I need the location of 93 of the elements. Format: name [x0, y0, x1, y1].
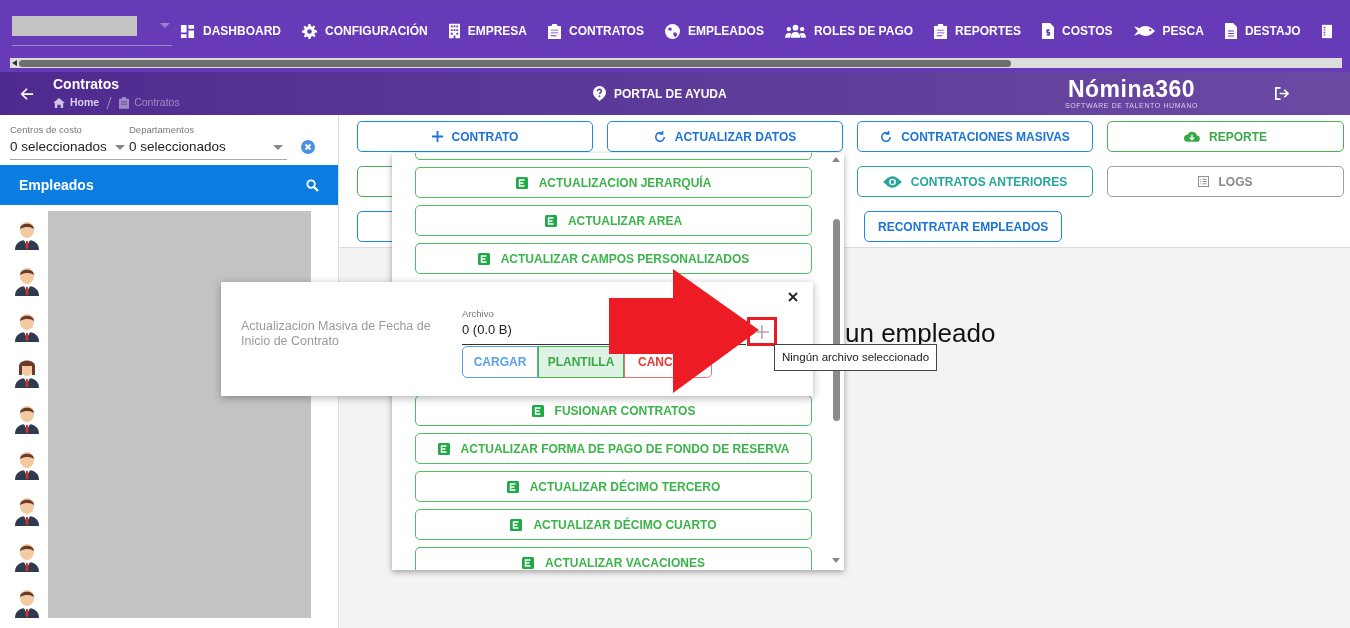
nav-item[interactable]: EMPLEADOS	[664, 22, 764, 40]
invoice-icon	[1042, 23, 1055, 39]
nav-item[interactable]: CONTRATOS	[548, 22, 644, 40]
dialog-button[interactable]: CARGAR	[462, 346, 538, 378]
horizontal-scrollbar[interactable]	[10, 58, 1342, 68]
menu-item[interactable]: ACTUALIZACION JERARQUÍA	[415, 167, 812, 198]
menu-item[interactable]: ACTUALIZAR VACACIONES	[415, 547, 812, 570]
filter-select[interactable]: Centros de costo 0 seleccionados	[10, 124, 129, 159]
avatar	[15, 587, 39, 618]
breadcrumb-link[interactable]: Home	[70, 95, 100, 111]
help-icon	[593, 86, 606, 101]
breadcrumb-separator	[106, 97, 113, 109]
menu-item[interactable]: ACTUALIZAR AREA	[415, 205, 812, 236]
spreadsheet-icon	[544, 214, 557, 227]
nav-item[interactable]: PESCA	[1133, 22, 1204, 40]
home-icon	[53, 98, 65, 108]
document-icon	[1224, 23, 1237, 39]
tooltip: Ningún archivo seleccionado	[774, 344, 938, 372]
group-icon	[784, 24, 806, 38]
menu-item[interactable]: ACTUALIZAR CAMPOS PERSONALIZADOS	[415, 243, 812, 274]
refresh-icon	[880, 130, 893, 143]
spreadsheet-icon	[437, 442, 450, 455]
company-select[interactable]	[12, 16, 172, 46]
fish-icon	[1133, 25, 1155, 37]
panel-title: Empleados	[19, 175, 94, 195]
menu-item[interactable]: ACTUALIZAR FORMA DE PAGO DE FONDO DE RESERVA	[415, 433, 812, 464]
caret-icon	[273, 145, 283, 150]
clipboard-icon	[934, 23, 948, 39]
avatar	[15, 219, 39, 250]
settings-icon	[302, 23, 317, 39]
filter-label: Departamentos	[129, 124, 195, 136]
caret-icon	[160, 23, 170, 28]
file-input-field[interactable]: Archivo 0 (0.0 B)	[462, 308, 608, 345]
nav-item[interactable]: DESTAJO	[1224, 22, 1301, 40]
plus-icon	[431, 131, 443, 142]
spreadsheet-icon	[510, 518, 523, 531]
action-button[interactable]: CONTRATACIONES MASIVAS	[857, 121, 1093, 152]
avatar	[15, 357, 39, 388]
menu-item[interactable]: ACTUALIZAR DÉCIMO CUARTO	[415, 509, 812, 540]
nav-item[interactable]: CONFIGURACIÓN	[302, 22, 428, 40]
filter-select[interactable]: Departamentos 0 seleccionados	[129, 124, 287, 159]
globe-icon	[664, 23, 680, 39]
action-button[interactable]: CONTRATO	[357, 121, 593, 152]
caret-icon	[115, 145, 125, 150]
nav-item[interactable]: DASHBOARD	[180, 22, 281, 40]
avatar	[15, 541, 39, 572]
avatar	[15, 449, 39, 480]
clipboard-icon	[548, 23, 561, 39]
dialog-button[interactable]: PLANTILLA	[538, 346, 624, 378]
grid-icon	[180, 23, 195, 39]
building-icon	[448, 23, 460, 39]
spreadsheet-icon	[506, 480, 519, 493]
eye-icon	[882, 175, 902, 188]
avatar	[15, 265, 39, 296]
avatar	[15, 311, 39, 342]
menu-item[interactable]: FUSIONAR CONTRATOS	[415, 395, 812, 426]
logout-icon[interactable]	[1274, 86, 1289, 101]
close-icon[interactable]	[788, 292, 798, 302]
dialog-message: Actualizacion Masiva de Fecha de Inicio de Contrato	[241, 319, 432, 349]
nav-item[interactable]: EMPRESA	[448, 22, 527, 40]
filter-value: 0 seleccionados	[129, 138, 226, 156]
filter-value: 0 seleccionados	[10, 138, 107, 156]
filter-label: Centros de costo	[10, 124, 83, 136]
avatar	[15, 403, 39, 434]
refresh-icon	[653, 130, 666, 143]
menu-item[interactable]: ACTUALIZAR DÉCIMO TERCERO	[415, 471, 812, 502]
search-icon[interactable]	[306, 178, 319, 192]
spreadsheet-icon	[522, 556, 535, 569]
clipboard-icon	[119, 97, 130, 109]
cloud-download-icon	[1184, 131, 1200, 142]
table-icon[interactable]	[1321, 23, 1332, 39]
clear-icon[interactable]	[301, 140, 315, 154]
logo-wordmark: Nómina360	[1067, 77, 1196, 101]
action-button[interactable]: RECONTRATAR EMPLEADOS	[864, 211, 1063, 242]
avatar	[15, 495, 39, 526]
spreadsheet-icon	[515, 176, 528, 189]
page-title: Contratos	[53, 76, 121, 93]
nav-item[interactable]: COSTOS	[1042, 22, 1113, 40]
back-arrow-icon[interactable]	[20, 86, 34, 101]
spreadsheet-icon	[477, 252, 490, 265]
action-button[interactable]: LOGS	[1107, 166, 1344, 197]
spreadsheet-icon	[531, 404, 544, 417]
breadcrumb-current: Contratos	[134, 95, 180, 111]
nav-item[interactable]: ROLES DE PAGO	[784, 22, 914, 40]
field-value: 0 (0.0 B)	[462, 322, 513, 338]
add-icon[interactable]	[755, 324, 769, 339]
action-button[interactable]: CONTRATOS ANTERIORES	[857, 166, 1093, 197]
action-button[interactable]: ACTUALIZAR DATOS	[607, 121, 843, 152]
placeholder-message: un empleado	[845, 320, 996, 346]
field-label: Archivo	[462, 308, 495, 320]
list-icon	[1198, 176, 1210, 187]
nav-item[interactable]: REPORTES	[934, 22, 1022, 40]
action-button[interactable]: REPORTE	[1107, 121, 1344, 152]
